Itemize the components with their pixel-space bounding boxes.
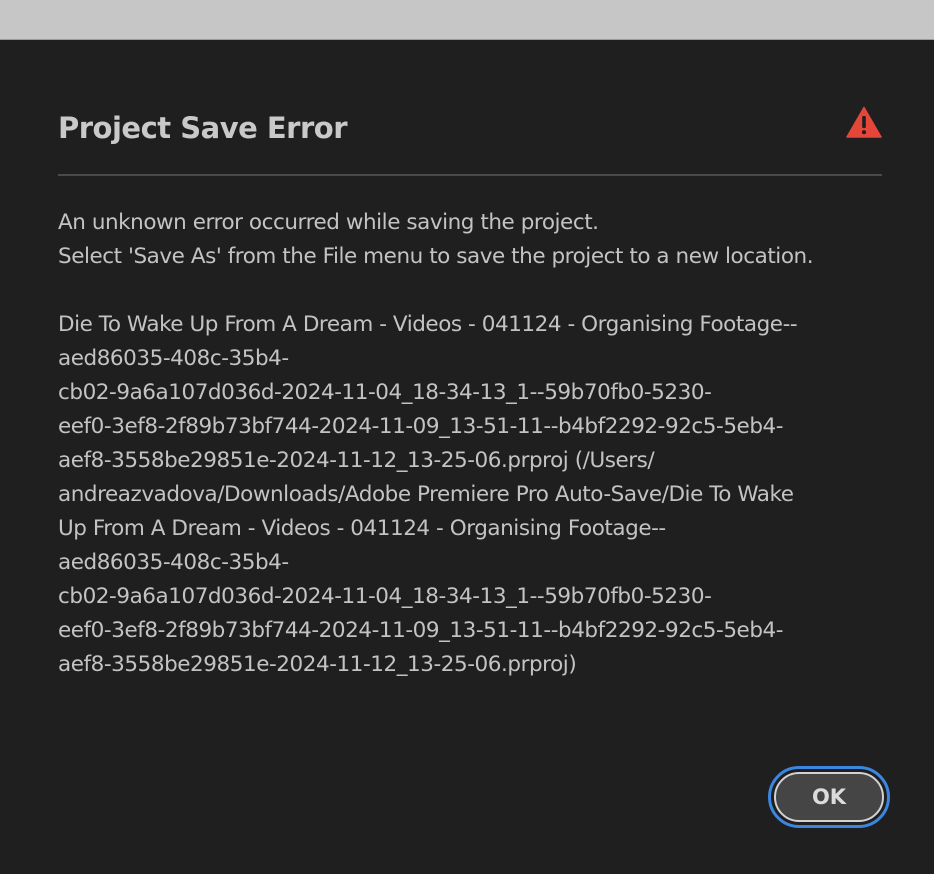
file-path-line: aef8-3558be29851e-2024-11-12_13-25-06.pr… — [58, 448, 655, 473]
title-divider — [58, 174, 882, 176]
window-background-strip — [0, 0, 934, 40]
ok-button-focus-ring: OK — [768, 766, 890, 828]
file-path-line: andreazvadova/Downloads/Adobe Premiere P… — [58, 482, 794, 507]
instruction-message-line: Select 'Save As' from the File menu to s… — [58, 244, 814, 269]
dialog-title: Project Save Error — [58, 111, 348, 145]
file-path-line: Up From A Dream - Videos - 041124 - Orga… — [58, 516, 666, 541]
file-path-line: Die To Wake Up From A Dream - Videos - 0… — [58, 312, 798, 337]
ok-button[interactable]: OK — [774, 772, 884, 822]
file-path-line: aed86035-408c-35b4- — [58, 346, 289, 371]
error-message-line: An unknown error occurred while saving t… — [58, 210, 599, 235]
file-path-line: aed86035-408c-35b4- — [58, 550, 289, 575]
file-path-line: eef0-3ef8-2f89b73bf744-2024-11-09_13-51-… — [58, 618, 784, 643]
file-path-line: eef0-3ef8-2f89b73bf744-2024-11-09_13-51-… — [58, 414, 784, 439]
dialog-message: An unknown error occurred while saving t… — [58, 206, 888, 682]
project-save-error-dialog: Project Save Error An unknown error occu… — [0, 40, 934, 874]
file-path-line: cb02-9a6a107d036d-2024-11-04_18-34-13_1-… — [58, 584, 712, 609]
warning-icon — [846, 106, 882, 138]
file-path-line: cb02-9a6a107d036d-2024-11-04_18-34-13_1-… — [58, 380, 712, 405]
file-path-text: Die To Wake Up From A Dream - Videos - 0… — [58, 308, 888, 682]
file-path-line: aef8-3558be29851e-2024-11-12_13-25-06.pr… — [58, 652, 577, 677]
